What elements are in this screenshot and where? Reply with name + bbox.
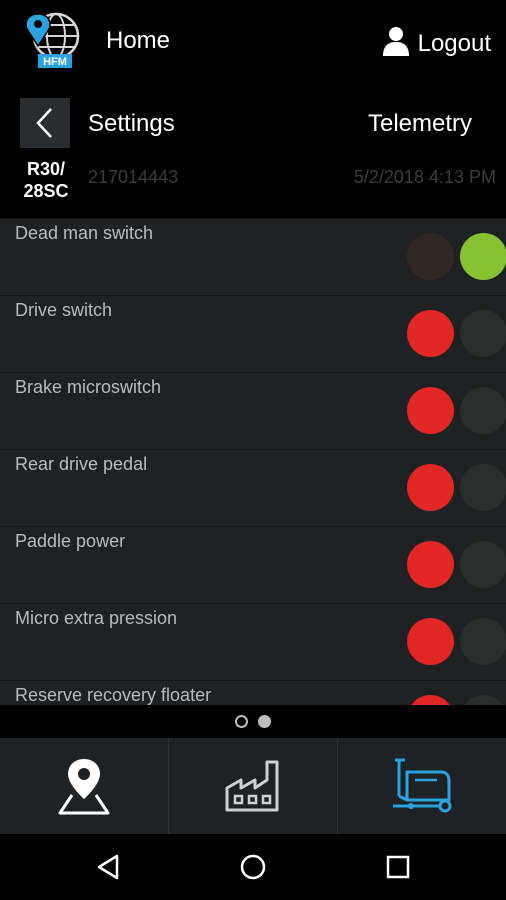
- signal-row: Brake microswitch: [0, 372, 506, 449]
- tab-factory[interactable]: [168, 738, 337, 834]
- page-indicator: [0, 705, 506, 738]
- bottom-tab-bar: [0, 738, 506, 834]
- signal-row: Micro extra pression: [0, 603, 506, 680]
- home-link[interactable]: Home: [106, 27, 170, 55]
- system-recents-button[interactable]: [368, 837, 428, 897]
- map-pin-icon: [58, 759, 110, 815]
- signal-label: Micro extra pression: [15, 608, 178, 628]
- red-indicator-light: [407, 695, 454, 705]
- page-dot-active[interactable]: [258, 715, 271, 728]
- recents-nav-icon: [387, 855, 410, 879]
- signal-row: Rear drive pedal: [0, 449, 506, 526]
- chevron-left-icon: [36, 108, 52, 138]
- green-indicator-light: [460, 310, 506, 357]
- green-indicator-light: [460, 618, 506, 665]
- red-indicator-light: [407, 387, 454, 434]
- telemetry-tab[interactable]: Telemetry: [368, 110, 472, 138]
- signal-list[interactable]: Dead man switch Drive switch Brake micro…: [0, 218, 506, 705]
- scrubber-machine-icon: [393, 758, 452, 813]
- hfm-logo[interactable]: HFM: [24, 10, 82, 72]
- system-nav-bar: [0, 834, 506, 900]
- tab-map[interactable]: [0, 738, 168, 834]
- signal-row: Paddle power: [0, 526, 506, 603]
- machine-model: R30/ 28SC: [23, 159, 69, 201]
- signal-label: Dead man switch: [15, 223, 154, 243]
- system-home-button[interactable]: [223, 837, 283, 897]
- system-back-button[interactable]: [78, 837, 138, 897]
- green-indicator-light: [460, 464, 506, 511]
- back-nav-icon: [97, 854, 118, 880]
- signal-label: Paddle power: [15, 531, 126, 551]
- home-nav-icon: [240, 854, 266, 880]
- signal-label: Reserve recovery floater: [15, 685, 212, 705]
- page-dot[interactable]: [235, 715, 248, 728]
- red-indicator-light: [407, 233, 454, 280]
- green-indicator-light: [460, 387, 506, 434]
- signal-label: Brake microswitch: [15, 377, 162, 397]
- green-indicator-light: [460, 233, 506, 280]
- red-indicator-light: [407, 541, 454, 588]
- logout-button[interactable]: Logout: [382, 26, 491, 61]
- signal-label: Rear drive pedal: [15, 454, 148, 474]
- serial-number: 217014443: [88, 167, 179, 187]
- signal-row: Dead man switch: [0, 218, 506, 295]
- green-indicator-light: [460, 695, 506, 705]
- signal-row: Reserve recovery floater: [0, 680, 506, 705]
- red-indicator-light: [407, 618, 454, 665]
- back-button[interactable]: [20, 98, 70, 148]
- settings-tab[interactable]: Settings: [88, 110, 175, 138]
- factory-icon: [225, 760, 279, 812]
- tab-machine[interactable]: [337, 738, 506, 834]
- logout-label: Logout: [417, 29, 491, 57]
- logo-text: HFM: [43, 56, 67, 68]
- red-indicator-light: [407, 464, 454, 511]
- green-indicator-light: [460, 541, 506, 588]
- app-header: HFM Home Logout: [0, 0, 506, 84]
- machine-header: Settings Telemetry R30/ 28SC 217014443 5…: [0, 84, 506, 218]
- signal-label: Drive switch: [15, 300, 113, 320]
- signal-row: Drive switch: [0, 295, 506, 372]
- last-update-time: 5/2/2018 4:13 PM: [353, 167, 496, 187]
- red-indicator-light: [407, 310, 454, 357]
- user-icon: [382, 26, 410, 61]
